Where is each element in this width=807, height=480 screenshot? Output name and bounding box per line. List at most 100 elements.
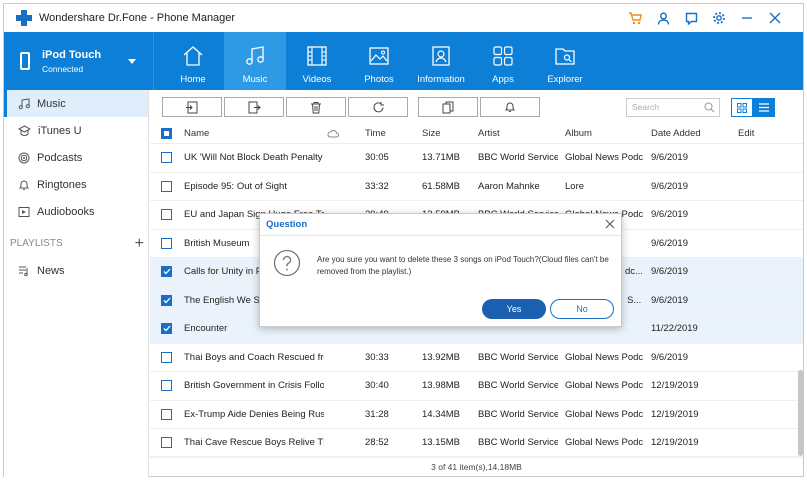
- col-date-added[interactable]: Date Added: [651, 128, 701, 139]
- tab-information[interactable]: Information: [410, 32, 472, 90]
- grid-icon: [737, 102, 747, 113]
- tab-home[interactable]: Home: [162, 32, 224, 90]
- tab-explorer[interactable]: Explorer: [534, 32, 596, 90]
- feedback-icon[interactable]: [677, 10, 705, 26]
- cell-size: 13.92MB: [422, 351, 461, 363]
- tab-apps[interactable]: Apps: [472, 32, 534, 90]
- scrollbar-thumb[interactable]: [798, 370, 803, 456]
- ipod-icon: [20, 52, 30, 70]
- sidebar-item-label: Music: [37, 97, 66, 110]
- make-ringtone-button[interactable]: [480, 97, 540, 117]
- sidebar-item-audiobooks[interactable]: Audiobooks: [4, 198, 148, 225]
- row-checkbox[interactable]: [161, 294, 172, 306]
- search-input[interactable]: Search: [626, 98, 720, 117]
- cell-size: 13.71MB: [422, 152, 461, 164]
- refresh-button[interactable]: [348, 97, 408, 117]
- tab-music[interactable]: Music: [224, 32, 286, 90]
- question-icon: [273, 249, 301, 277]
- row-checkbox[interactable]: [161, 266, 172, 278]
- export-button[interactable]: [224, 97, 284, 117]
- delete-button[interactable]: [286, 97, 346, 117]
- minimize-icon[interactable]: [733, 10, 761, 26]
- cell-date: 9/6/2019: [651, 180, 688, 192]
- row-checkbox[interactable]: [161, 408, 172, 420]
- no-button[interactable]: No: [550, 299, 614, 319]
- search-icon[interactable]: [704, 102, 715, 113]
- user-icon[interactable]: [649, 10, 677, 26]
- dedupe-button[interactable]: [418, 97, 478, 117]
- col-name[interactable]: Name: [184, 128, 324, 139]
- dialog-title: Question: [266, 219, 308, 230]
- cell-artist: BBC World Service: [478, 152, 558, 164]
- cell-album: Lore: [565, 180, 585, 192]
- cell-album: Global News Podc...: [565, 380, 643, 392]
- sidebar-item-ringtones[interactable]: Ringtones: [4, 171, 148, 198]
- select-all-checkbox[interactable]: [161, 128, 172, 139]
- yes-button[interactable]: Yes: [482, 299, 546, 319]
- table-header: Name Time Size Artist Album Date Added E…: [150, 124, 803, 144]
- row-checkbox[interactable]: [161, 180, 172, 192]
- row-checkbox[interactable]: [161, 209, 172, 221]
- cell-name: Thai Boys and Coach Rescued fro...: [184, 351, 324, 363]
- cell-time: 31:28: [365, 408, 389, 420]
- cell-artist: BBC World Service: [478, 351, 558, 363]
- col-album[interactable]: Album: [565, 128, 643, 139]
- sidebar-item-podcasts[interactable]: Podcasts: [4, 144, 148, 171]
- col-time[interactable]: Time: [365, 128, 386, 139]
- refresh-icon: [373, 101, 384, 112]
- chevron-down-icon[interactable]: [128, 59, 136, 64]
- grid-view-button[interactable]: [731, 98, 753, 117]
- graduation-cap-icon: [18, 124, 31, 136]
- close-icon[interactable]: [605, 219, 615, 229]
- cloud-icon: [327, 130, 339, 138]
- cell-time: 28:52: [365, 437, 389, 449]
- tab-label: Home: [180, 74, 206, 85]
- import-button[interactable]: [162, 97, 222, 117]
- sidebar-item-label: iTunes U: [38, 124, 82, 137]
- cell-date: 9/6/2019: [651, 237, 688, 249]
- cell-name: Thai Cave Rescue Boys Relive Th...: [184, 437, 324, 449]
- row-checkbox[interactable]: [161, 380, 172, 392]
- sidebar-item-itunes-u[interactable]: iTunes U: [4, 117, 148, 144]
- contact-card-icon: [432, 46, 450, 66]
- row-checkbox[interactable]: [161, 323, 172, 335]
- cell-date: 12/19/2019: [651, 437, 699, 449]
- sidebar: Music iTunes U Podcasts Ringtones Audiob…: [4, 90, 149, 477]
- row-checkbox[interactable]: [161, 351, 172, 363]
- sidebar-item-news[interactable]: News: [4, 257, 148, 284]
- close-icon[interactable]: [761, 10, 789, 26]
- row-checkbox[interactable]: [161, 152, 172, 164]
- device-selector[interactable]: iPod Touch Connected: [4, 32, 154, 90]
- tab-videos[interactable]: Videos: [286, 32, 348, 90]
- table-row[interactable]: British Government in Crisis Follo... 30…: [150, 372, 803, 401]
- table-row[interactable]: Thai Cave Rescue Boys Relive Th... 28:52…: [150, 429, 803, 458]
- list-view-button[interactable]: [753, 98, 775, 117]
- trash-icon: [311, 101, 321, 113]
- cell-date: 11/22/2019: [651, 323, 698, 335]
- action-toolbar: Search: [150, 90, 803, 124]
- col-artist[interactable]: Artist: [478, 128, 558, 139]
- row-checkbox[interactable]: [161, 437, 172, 449]
- sidebar-item-music[interactable]: Music: [4, 90, 148, 117]
- drfone-logo-icon: [16, 10, 32, 26]
- table-row[interactable]: Ex-Trump Aide Denies Being Rus... 31:28 …: [150, 401, 803, 429]
- table-row[interactable]: UK 'Will Not Block Death Penalty ... 30:…: [150, 144, 803, 173]
- cell-name: British Government in Crisis Follo...: [184, 380, 324, 392]
- table-row[interactable]: Thai Boys and Coach Rescued fro... 30:33…: [150, 344, 803, 372]
- cart-icon[interactable]: [621, 10, 649, 26]
- apps-grid-icon: [493, 46, 513, 66]
- add-playlist-icon[interactable]: +: [135, 235, 144, 253]
- sidebar-item-label: Ringtones: [37, 178, 87, 191]
- tab-photos[interactable]: Photos: [348, 32, 410, 90]
- list-icon: [759, 103, 769, 112]
- cell-date: 9/6/2019: [651, 266, 688, 278]
- folder-search-icon: [555, 48, 575, 65]
- tab-label: Videos: [302, 74, 332, 85]
- playlists-header: PLAYLISTS +: [4, 230, 148, 257]
- row-checkbox[interactable]: [161, 237, 172, 249]
- col-size[interactable]: Size: [422, 128, 440, 139]
- playlists-label: PLAYLISTS: [10, 238, 63, 249]
- device-status: Connected: [42, 63, 84, 74]
- table-row[interactable]: Episode 95: Out of Sight 33:32 61.58MB A…: [150, 173, 803, 201]
- gear-icon[interactable]: [705, 10, 733, 26]
